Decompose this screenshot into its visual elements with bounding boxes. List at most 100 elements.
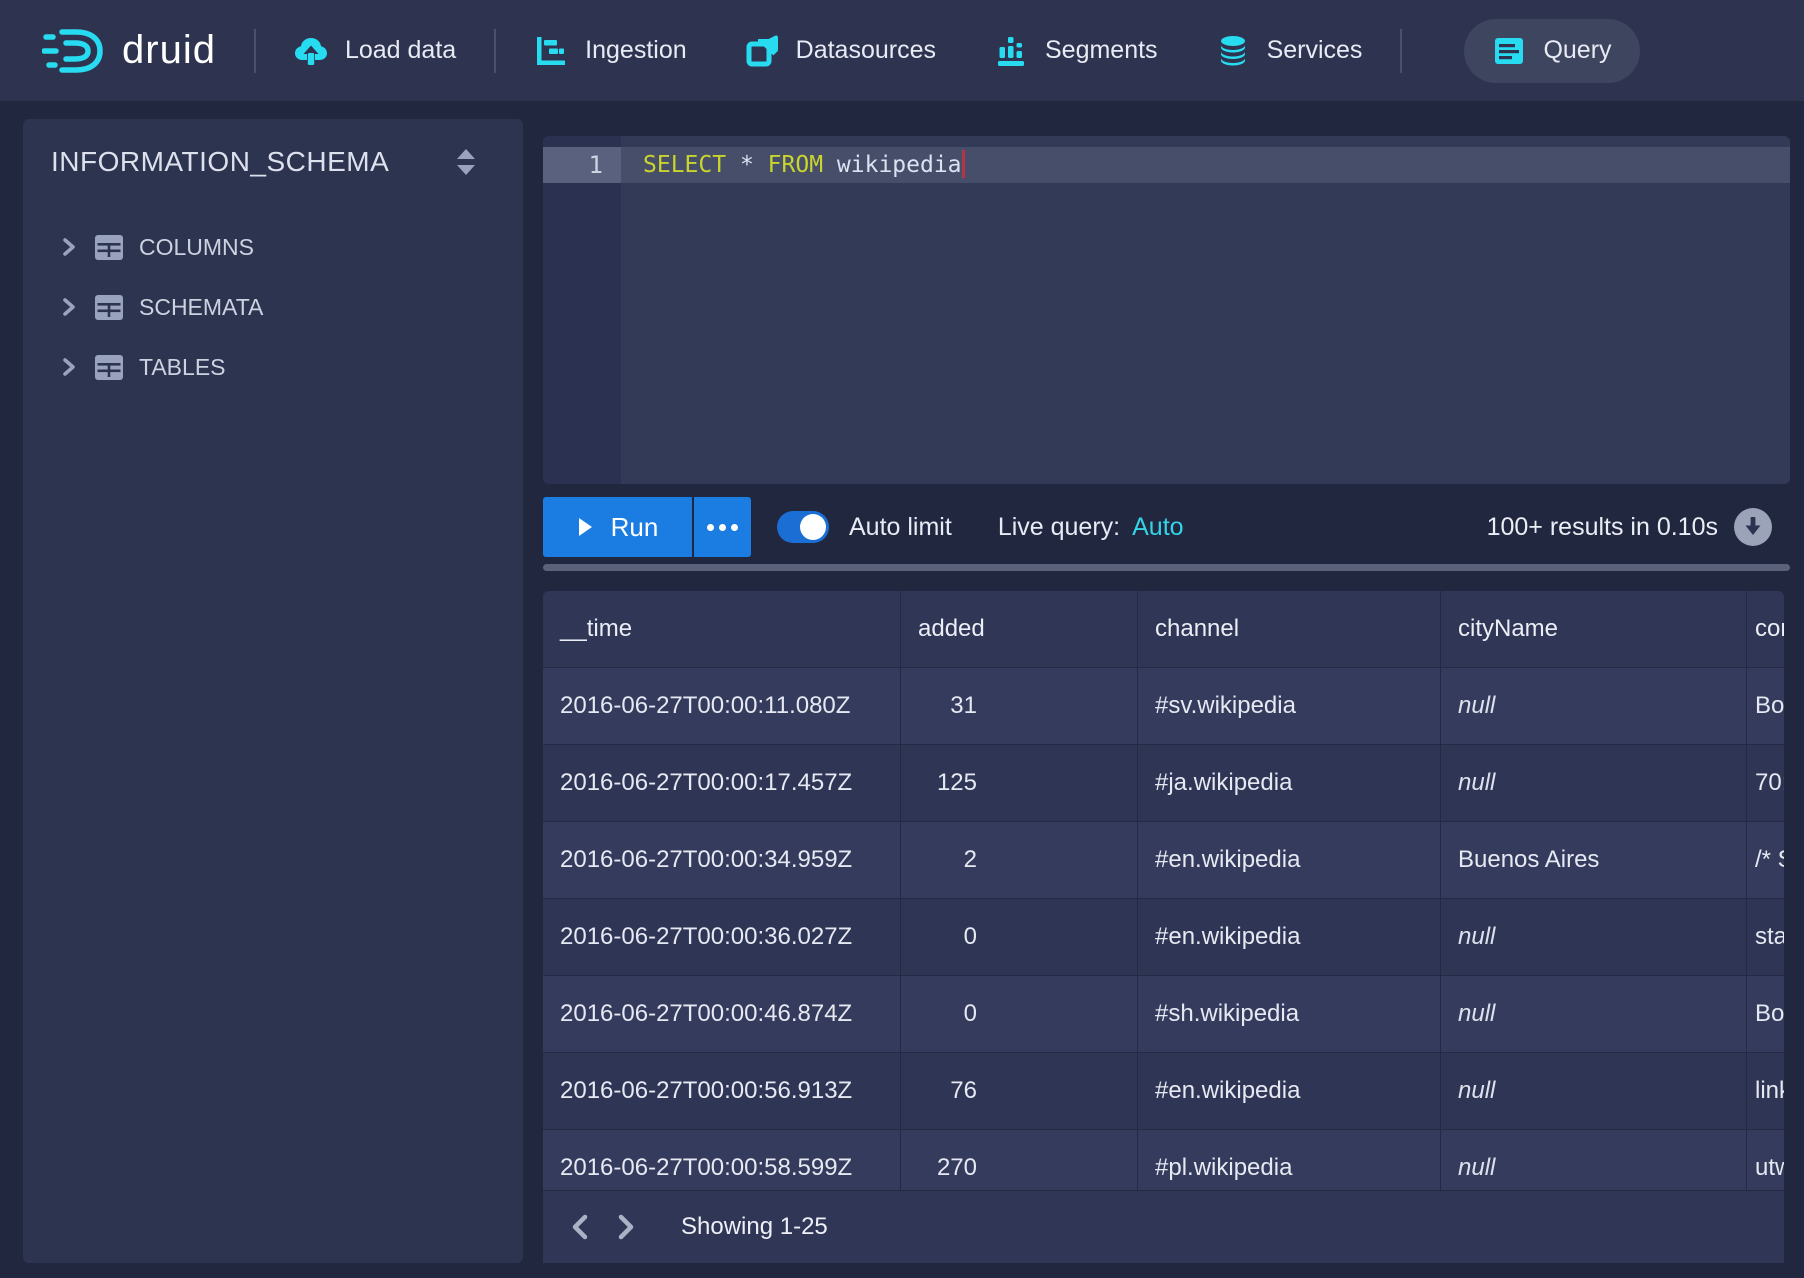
table-icon <box>94 234 124 261</box>
table-cell[interactable]: 70: <box>1747 745 1784 821</box>
table-cell[interactable]: #sv.wikipedia <box>1138 668 1441 744</box>
table-cell[interactable]: null <box>1441 1053 1747 1129</box>
next-page-button[interactable] <box>603 1203 649 1251</box>
auto-limit-label[interactable]: Auto limit <box>849 513 952 542</box>
table-cell[interactable]: 2016-06-27T00:00:34.959Z <box>543 822 901 898</box>
table-row: 2016-06-27T00:00:17.457Z125#ja.wikipedia… <box>543 745 1784 822</box>
nav-item-datasources[interactable]: Datasources <box>745 34 936 68</box>
sql-token <box>754 152 768 178</box>
table-row: 2016-06-27T00:00:56.913Z76#en.wikipedian… <box>543 1053 1784 1130</box>
chevron-left-icon <box>569 1214 591 1240</box>
table-cell[interactable]: null <box>1441 976 1747 1052</box>
table-cell[interactable]: 76 <box>901 1053 1138 1129</box>
sql-code-line[interactable]: SELECT * FROM wikipedia <box>621 147 1790 183</box>
table-cell[interactable]: 2016-06-27T00:00:36.027Z <box>543 899 901 975</box>
table-cell[interactable]: Bot <box>1747 668 1784 744</box>
table-cell[interactable]: Buenos Aires <box>1441 822 1747 898</box>
table-row: 2016-06-27T00:00:34.959Z2#en.wikipediaBu… <box>543 822 1784 899</box>
sql-token <box>726 152 740 178</box>
druid-logo[interactable]: druid <box>42 27 216 75</box>
tree-item-schemata[interactable]: SCHEMATA <box>47 277 499 337</box>
table-cell[interactable]: #en.wikipedia <box>1138 822 1441 898</box>
table-row: 2016-06-27T00:00:11.080Z31#sv.wikipedian… <box>543 668 1784 745</box>
table-cell[interactable]: 125 <box>901 745 1138 821</box>
nav-item-segments[interactable]: Segments <box>994 34 1158 68</box>
header-cell[interactable]: __time <box>543 591 901 667</box>
run-button[interactable]: Run <box>543 497 692 557</box>
table-cell[interactable]: 31 <box>901 668 1138 744</box>
code-line-content: SELECT * FROM wikipedia <box>643 152 962 178</box>
table-cell[interactable]: 2016-06-27T00:00:56.913Z <box>543 1053 901 1129</box>
editor-gutter <box>543 136 621 484</box>
auto-limit-toggle[interactable] <box>777 511 829 543</box>
druid-logo-icon <box>42 27 106 75</box>
chevron-right-icon <box>59 237 79 257</box>
database-icon <box>1216 34 1250 68</box>
table-cell[interactable]: /* S <box>1747 822 1784 898</box>
druid-console: druid Load data Ingestion <box>0 0 1804 1278</box>
schema-tree: COLUMNS SCHEMATA TABLES <box>47 217 499 397</box>
run-bar: Run Auto limit Live query: Auto 100+ res… <box>543 497 1790 557</box>
table-row: 2016-06-27T00:00:46.874Z0#sh.wikipedianu… <box>543 976 1784 1053</box>
table-cell[interactable]: null <box>1441 745 1747 821</box>
table-cell[interactable]: link <box>1747 1053 1784 1129</box>
sql-editor[interactable]: 1 SELECT * FROM wikipedia <box>543 136 1790 484</box>
table-cell[interactable]: null <box>1441 899 1747 975</box>
nav-item-query[interactable]: Query <box>1464 19 1639 83</box>
table-cell[interactable]: 2016-06-27T00:00:11.080Z <box>543 668 901 744</box>
header-cell[interactable]: cityName <box>1441 591 1747 667</box>
pagination-bar: Showing 1-25 <box>543 1190 1784 1263</box>
nav-item-label: Services <box>1267 36 1363 65</box>
nav-item-label: Datasources <box>796 36 936 65</box>
header-cell[interactable]: added <box>901 591 1138 667</box>
tree-item-label: SCHEMATA <box>139 294 263 321</box>
header-cell[interactable]: channel <box>1138 591 1441 667</box>
horizontal-scrollbar[interactable] <box>543 564 1790 571</box>
logo-wordmark: druid <box>122 28 216 73</box>
line-number: 1 <box>543 147 621 183</box>
table-cell[interactable]: 2 <box>901 822 1138 898</box>
tree-item-tables[interactable]: TABLES <box>47 337 499 397</box>
chevron-right-icon <box>59 297 79 317</box>
table-cell[interactable]: 2016-06-27T00:00:17.457Z <box>543 745 901 821</box>
table-row: 2016-06-27T00:00:36.027Z0#en.wikipedianu… <box>543 899 1784 976</box>
nav-item-load-data[interactable]: Load data <box>294 34 456 68</box>
nav-group: Ingestion Datasources Segments <box>534 34 1362 68</box>
tree-item-label: TABLES <box>139 354 226 381</box>
table-cell[interactable]: 0 <box>901 899 1138 975</box>
sql-token: FROM <box>768 152 823 178</box>
schema-title: INFORMATION_SCHEMA <box>51 146 389 178</box>
header-cell[interactable]: comment <box>1747 591 1784 667</box>
sql-token: wikipedia <box>823 152 961 178</box>
nav-item-services[interactable]: Services <box>1216 34 1363 68</box>
table-cell[interactable]: #ja.wikipedia <box>1138 745 1441 821</box>
table-cell[interactable]: 2016-06-27T00:00:46.874Z <box>543 976 901 1052</box>
live-query-label: Live query: <box>998 513 1120 542</box>
download-icon[interactable] <box>1734 508 1772 546</box>
table-cell[interactable]: #sh.wikipedia <box>1138 976 1441 1052</box>
chevron-right-icon <box>615 1214 637 1240</box>
nav-item-ingestion[interactable]: Ingestion <box>534 34 686 68</box>
table-header-row: __timeaddedchannelcityNamecomment <box>543 591 1784 668</box>
double-caret-vertical-icon[interactable] <box>451 145 481 179</box>
table-cell[interactable]: #en.wikipedia <box>1138 1053 1441 1129</box>
more-button[interactable] <box>694 497 751 557</box>
cloud-upload-icon <box>294 34 328 68</box>
table-cell[interactable]: #en.wikipedia <box>1138 899 1441 975</box>
table-icon <box>94 294 124 321</box>
sql-token: SELECT <box>643 152 726 178</box>
chevron-right-icon <box>59 357 79 377</box>
stacked-squares-icon <box>745 34 779 68</box>
nav-divider <box>494 29 496 73</box>
table-cell[interactable]: 0 <box>901 976 1138 1052</box>
sidebar-header: INFORMATION_SCHEMA <box>47 145 499 179</box>
table-cell[interactable]: Bot <box>1747 976 1784 1052</box>
prev-page-button[interactable] <box>557 1203 603 1251</box>
editor-active-line: 1 SELECT * FROM wikipedia <box>543 147 1790 183</box>
table-cell[interactable]: sta <box>1747 899 1784 975</box>
table-cell[interactable]: null <box>1441 668 1747 744</box>
tree-item-columns[interactable]: COLUMNS <box>47 217 499 277</box>
bar-chart-icon <box>994 34 1028 68</box>
text-cursor <box>962 150 965 178</box>
live-query-value[interactable]: Auto <box>1132 513 1183 542</box>
